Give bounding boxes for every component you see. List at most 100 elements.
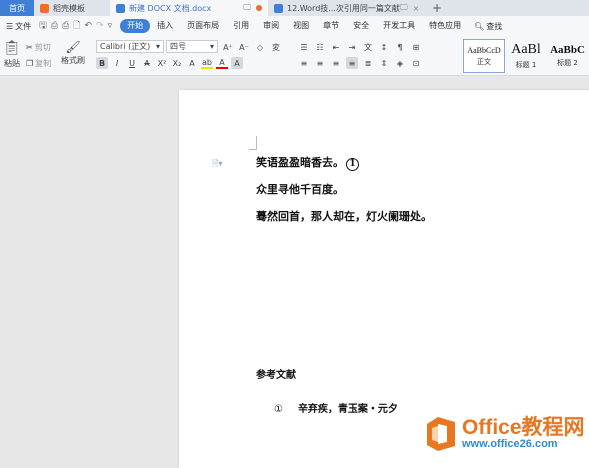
paragraph-handle-icon[interactable]: 🗎▾ — [212, 158, 222, 172]
paste-button[interactable]: 📋︎ 粘贴 — [2, 40, 22, 72]
increase-indent-icon[interactable]: ⇥ — [346, 41, 358, 53]
watermark-url: www.office26.com — [462, 438, 558, 451]
numbering-icon[interactable]: ☷ — [314, 41, 326, 53]
cut-button[interactable]: ✂ 剪切 — [26, 42, 51, 53]
print-icon[interactable]: ⎙ — [62, 21, 69, 31]
ribbon-home: 📋︎ 粘贴 ✂ 剪切 ❐ 复制 🖌︎ 格式刷 Calibri (正文) ▾ 四号… — [0, 36, 589, 76]
style-heading-2-sample: AaBbC — [550, 44, 585, 56]
justify-icon[interactable]: ≡ — [346, 57, 358, 69]
align-center-icon[interactable]: ≡ — [314, 57, 326, 69]
underline-icon[interactable]: U — [126, 57, 138, 69]
font-name-select[interactable]: Calibri (正文) ▾ — [96, 40, 164, 53]
paste-label: 粘贴 — [4, 59, 20, 68]
tab-ribbon-1[interactable]: 插入 — [150, 19, 180, 33]
plus-icon: + — [432, 1, 443, 15]
bold-icon[interactable]: B — [96, 57, 108, 69]
copy-button[interactable]: ❐ 复制 — [26, 58, 51, 69]
style-heading-1[interactable]: AaBl 标题 1 — [506, 39, 546, 73]
tab-ribbon-9[interactable]: 特色应用 — [422, 19, 468, 33]
tab-new-docx[interactable]: 新建 DOCX 文档.docx 🖵 — [110, 0, 268, 16]
watermark-title: Office教程网 — [462, 416, 585, 440]
font-color-icon[interactable]: A — [216, 57, 228, 69]
export-pdf-icon[interactable]: ⎙ — [51, 21, 58, 31]
font-size-value: 四号 — [170, 42, 186, 51]
tab-docer-templates[interactable]: 稻壳模板 — [34, 0, 110, 16]
style-heading-2[interactable]: AaBbC 标题 2 — [546, 39, 589, 73]
ribbon-tabs: 开始 插入 页面布局 引用 审阅 视图 章节 安全 开发工具 特色应用 — [120, 19, 468, 33]
new-tab-button[interactable]: + — [424, 0, 450, 16]
file-menu-label: 文件 — [15, 21, 32, 31]
tab-ribbon-4[interactable]: 审阅 — [256, 19, 286, 33]
font-style-tools: B I U A X² X₂ A ab A A — [96, 57, 243, 69]
redo-icon[interactable]: ↷ — [96, 21, 104, 31]
line-spacing-icon[interactable]: ⇕ — [378, 57, 390, 69]
paragraph-tools-top: ☰ ☷ ⇤ ⇥ 文 ↕ ¶ ⊞ — [298, 41, 422, 53]
customize-icon[interactable]: ▿ — [108, 21, 113, 31]
grow-font-icon[interactable]: A⁺ — [222, 41, 234, 53]
strikethrough-icon[interactable]: A — [141, 57, 153, 69]
clear-format-icon[interactable]: ◇ — [254, 41, 266, 53]
tab-home[interactable]: 首页 — [0, 0, 34, 16]
reference-text: 辛弃疾，青玉案・元夕 — [297, 404, 398, 415]
style-normal-name: 正文 — [477, 57, 491, 66]
font-size-select[interactable]: 四号 ▾ — [166, 40, 218, 53]
show-marks-icon[interactable]: ¶ — [394, 41, 406, 53]
references-heading[interactable]: 参考文献 — [256, 366, 296, 381]
style-heading-2-name: 标题 2 — [557, 59, 578, 67]
margin-corner-mark — [249, 136, 257, 150]
doc-line-1[interactable]: 笑语盈盈暗香去。 1 — [256, 154, 359, 171]
tab-ribbon-5[interactable]: 视图 — [286, 19, 316, 33]
sort-icon[interactable]: ↕ — [378, 41, 390, 53]
highlight-icon[interactable]: ab — [201, 57, 213, 69]
tab-new-docx-label: 新建 DOCX 文档.docx — [129, 3, 212, 13]
tab-ribbon-0[interactable]: 开始 — [120, 19, 151, 33]
superscript-icon[interactable]: X² — [156, 57, 168, 69]
decrease-indent-icon[interactable]: ⇤ — [330, 41, 342, 53]
footnote-mark[interactable]: 1 — [346, 158, 359, 171]
quick-access-toolbar: 🖫 ⎙ ⎙ 🗋 ↶ ↷ ▿ — [39, 18, 112, 34]
borders-icon[interactable]: ⊡ — [410, 57, 422, 69]
monitor-icon[interactable]: 🖵 — [400, 3, 408, 13]
print-preview-icon[interactable]: 🗋 — [73, 18, 80, 34]
format-painter-button[interactable]: 🖌︎ 格式刷 — [61, 40, 85, 66]
office-logo-icon — [424, 416, 458, 452]
italic-icon[interactable]: I — [111, 57, 123, 69]
tab-ribbon-8[interactable]: 开发工具 — [376, 19, 422, 33]
tab-ribbon-2[interactable]: 页面布局 — [180, 19, 226, 33]
undo-icon[interactable]: ↶ — [85, 21, 93, 31]
align-right-icon[interactable]: ≡ — [330, 57, 342, 69]
chevron-down-icon: ▾ — [155, 42, 160, 51]
office26-watermark: Office教程网 www.office26.com — [424, 416, 585, 452]
shading-icon[interactable]: ◈ — [394, 57, 406, 69]
search-button[interactable]: 🔍︎ 查找 — [474, 21, 502, 32]
doc-line-2[interactable]: 众里寻他千百度。 — [256, 181, 344, 197]
monitor-icon[interactable]: 🖵 — [243, 3, 251, 13]
copy-label: 复制 — [35, 59, 52, 68]
paste-icon: 📋︎ — [3, 40, 21, 56]
tab-word-tutorial[interactable]: 12.Word技...次引用同一篇文献 🖵 × — [268, 0, 424, 16]
scissors-icon: ✂ — [26, 43, 33, 52]
file-menu[interactable]: ☰ 文件 — [2, 21, 35, 32]
bullets-icon[interactable]: ☰ — [298, 41, 310, 53]
phonetic-icon[interactable]: 変 — [270, 41, 282, 53]
table-icon[interactable]: ⊞ — [410, 41, 422, 53]
tab-ribbon-6[interactable]: 章节 — [316, 19, 346, 33]
close-icon[interactable]: × — [413, 4, 420, 13]
save-icon[interactable]: 🖫 — [39, 18, 47, 34]
style-normal[interactable]: AaBbCcD 正文 — [463, 39, 505, 73]
search-label: 查找 — [486, 21, 503, 31]
text-effect-icon[interactable]: A — [186, 57, 198, 69]
subscript-icon[interactable]: X₂ — [171, 57, 183, 69]
reference-entry-1[interactable]: ① 辛弃疾，青玉案・元夕 — [274, 400, 398, 415]
document-page[interactable]: 🗎▾ 笑语盈盈暗香去。 1 众里寻他千百度。 蓦然回首，那人却在，灯火阑珊处。 参… — [179, 90, 589, 468]
chinese-layout-icon[interactable]: 文 — [362, 41, 374, 53]
char-shading-icon[interactable]: A — [231, 57, 243, 69]
font-name-value: Calibri (正文) — [100, 42, 151, 51]
tab-ribbon-3[interactable]: 引用 — [226, 19, 256, 33]
align-left-icon[interactable]: ≡ — [298, 57, 310, 69]
chevron-down-icon: ▾ — [209, 42, 214, 51]
distributed-icon[interactable]: ≣ — [362, 57, 374, 69]
doc-line-3[interactable]: 蓦然回首，那人却在，灯火阑珊处。 — [256, 208, 432, 224]
shrink-font-icon[interactable]: A⁻ — [238, 41, 250, 53]
tab-ribbon-7[interactable]: 安全 — [346, 19, 376, 33]
